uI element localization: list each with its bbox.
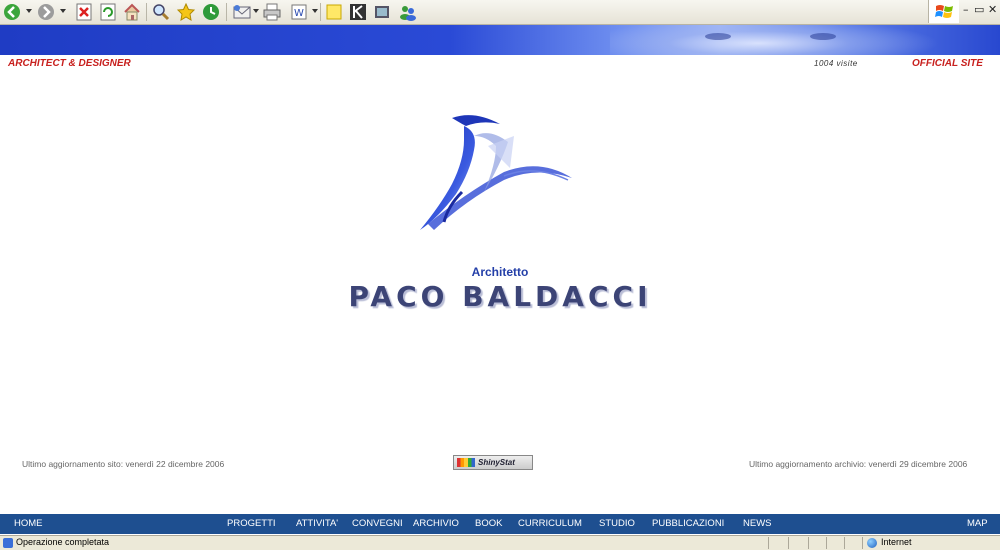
history-icon[interactable] — [201, 2, 221, 22]
minimize-icon[interactable]: – — [963, 3, 969, 16]
status-cell — [844, 537, 845, 549]
nav-news[interactable]: NEWS — [743, 518, 772, 529]
refresh-icon[interactable] — [98, 2, 118, 22]
status-cell — [768, 537, 769, 549]
toolbar-separator — [146, 3, 147, 21]
main-nav: HOME PROGETTI ATTIVITA' CONVEGNI ARCHIVI… — [0, 514, 1000, 534]
nav-convegni[interactable]: CONVEGNI — [352, 518, 403, 529]
nav-pubblicazioni[interactable]: PUBBLICAZIONI — [652, 518, 724, 529]
status-bar: Operazione completata Internet — [0, 535, 1000, 550]
svg-text:W: W — [294, 8, 304, 19]
windows-logo — [928, 0, 959, 23]
toolbar-separator — [226, 3, 227, 21]
k-icon[interactable] — [348, 2, 368, 22]
globe-icon — [867, 538, 877, 548]
media-icon[interactable] — [372, 2, 392, 22]
close-icon[interactable]: ✕ — [988, 3, 997, 16]
security-zone: Internet — [881, 537, 912, 547]
page-icon — [3, 538, 13, 548]
brush-logo — [420, 115, 572, 230]
print-icon[interactable] — [262, 2, 282, 22]
nav-map[interactable]: MAP — [967, 518, 988, 529]
back-icon[interactable] — [2, 2, 22, 22]
status-cell — [788, 537, 789, 549]
messenger-icon[interactable] — [398, 2, 418, 22]
chart-bars-icon — [457, 458, 475, 467]
status-cell — [862, 537, 863, 549]
edit-dropdown-icon[interactable] — [312, 9, 318, 13]
nav-progetti[interactable]: PROGETTI — [227, 518, 276, 529]
forward-dropdown-icon[interactable] — [60, 9, 66, 13]
banner-face-image — [610, 25, 940, 55]
tagline-architect-designer: ARCHITECT & DESIGNER — [8, 58, 131, 69]
status-text: Operazione completata — [16, 537, 110, 547]
home-icon[interactable] — [122, 2, 142, 22]
archive-update-text: Ultimo aggiornamento archivio: venerdì 2… — [749, 459, 968, 469]
status-cell — [808, 537, 809, 549]
notes-icon[interactable] — [324, 2, 344, 22]
subtitle-architetto: Architetto — [471, 265, 529, 279]
nav-attivita[interactable]: ATTIVITA' — [296, 518, 338, 529]
toolbar-separator — [320, 3, 321, 21]
nav-book[interactable]: BOOK — [475, 518, 502, 529]
browser-toolbar: W – ▭ ✕ — [0, 0, 1000, 25]
restore-icon[interactable]: ▭ — [974, 3, 984, 16]
shinystat-label: ShinyStat — [478, 458, 515, 467]
nav-curriculum[interactable]: CURRICULUM — [518, 518, 582, 529]
word-icon[interactable]: W — [289, 2, 309, 22]
shinystat-badge[interactable]: ShinyStat — [453, 455, 533, 470]
visit-counter: 1004 visite — [814, 59, 858, 68]
forward-icon[interactable] — [36, 2, 56, 22]
mail-dropdown-icon[interactable] — [253, 9, 259, 13]
status-cell — [826, 537, 827, 549]
search-icon[interactable] — [151, 2, 171, 22]
header-banner — [0, 25, 1000, 55]
nav-archivio[interactable]: ARCHIVIO — [413, 518, 459, 529]
favorites-icon[interactable] — [176, 2, 196, 22]
stop-icon[interactable] — [74, 2, 94, 22]
official-site-label: OFFICIAL SITE — [912, 58, 983, 69]
mail-icon[interactable] — [232, 2, 252, 22]
nav-home[interactable]: HOME — [14, 518, 43, 529]
site-update-text: Ultimo aggiornamento sito: venerdì 22 di… — [22, 459, 225, 469]
nav-studio[interactable]: STUDIO — [599, 518, 635, 529]
page-title: PACO BALDACCI — [348, 280, 652, 313]
back-dropdown-icon[interactable] — [26, 9, 32, 13]
